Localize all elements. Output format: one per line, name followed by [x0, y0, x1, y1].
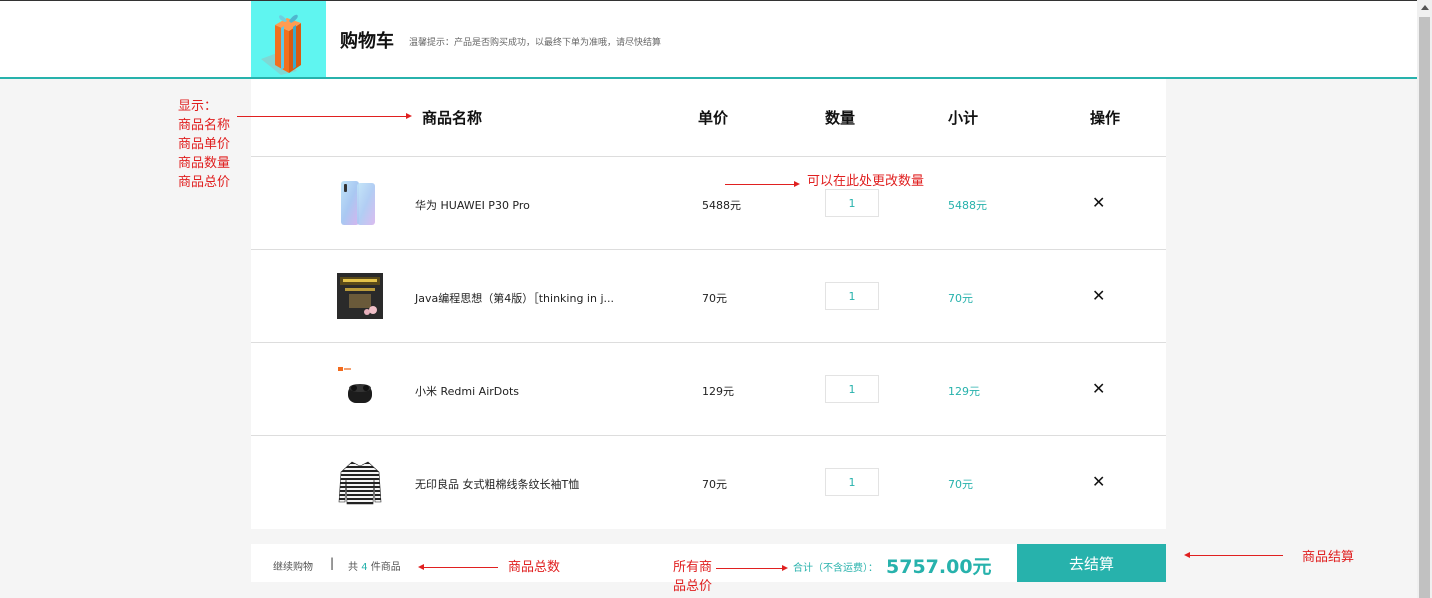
quantity-input[interactable] — [825, 282, 879, 310]
annotation-arrow — [237, 113, 412, 119]
vertical-scrollbar[interactable] — [1417, 0, 1432, 598]
delete-icon[interactable]: ✕ — [1092, 193, 1105, 212]
phone-image — [337, 179, 383, 227]
subtotal: 70元 — [948, 478, 973, 491]
count-suffix: 件商品 — [370, 562, 401, 573]
total-price: 5757.00元 — [886, 556, 992, 578]
table-row: 小米 Redmi AirDots 129元 129元 ✕ — [251, 343, 1166, 436]
annotation-arrow — [716, 565, 788, 571]
annotation-arrow — [725, 181, 800, 187]
subtotal: 70元 — [948, 292, 973, 305]
page-title: 购物车 — [340, 31, 394, 52]
quantity-input[interactable] — [825, 189, 879, 217]
earbuds-image — [337, 365, 383, 413]
item-count: 共 4 件商品 — [348, 558, 401, 573]
unit-price: 70元 — [702, 478, 727, 491]
quantity-input[interactable] — [825, 375, 879, 403]
annotation-display: 显示： 商品名称 商品单价 商品数量 商品总价 — [178, 97, 230, 192]
header-quantity: 数量 — [825, 109, 856, 127]
annotation-change-qty: 可以在此处更改数量 — [807, 174, 925, 189]
annotation-display-line: 商品单价 — [178, 137, 231, 152]
header-tip: 温馨提示：产品是否购买成功，以最终下单为准哦，请尽快结算 — [409, 38, 662, 48]
annotation-checkout: 商品结算 — [1302, 550, 1355, 565]
annotation-total-price-line: 品总价 — [673, 579, 713, 594]
footer-separator: | — [330, 556, 335, 570]
annotation-arrow — [1184, 552, 1283, 558]
delete-icon[interactable]: ✕ — [1092, 286, 1105, 305]
gift-logo-icon — [251, 1, 326, 77]
quantity-input[interactable] — [825, 468, 879, 496]
subtotal: 129元 — [948, 385, 980, 398]
product-name[interactable]: 无印良品 女式粗棉线条纹长袖T恤 — [415, 476, 615, 492]
scroll-thumb[interactable] — [1419, 17, 1430, 598]
subtotal: 5488元 — [948, 199, 987, 212]
annotation-arrow — [418, 564, 498, 570]
annotation-total-count: 商品总数 — [508, 560, 561, 575]
annotation-display-line: 商品数量 — [178, 156, 231, 171]
header-name: 商品名称 — [422, 109, 483, 127]
cart-header-row: 商品名称 单价 数量 小计 操作 — [251, 79, 1166, 157]
annotation-display-line: 商品总价 — [178, 175, 231, 190]
count-number: 4 — [361, 562, 368, 573]
striped-shirt-image — [337, 458, 383, 506]
table-row: 无印良品 女式粗棉线条纹长袖T恤 70元 70元 ✕ — [251, 436, 1166, 528]
annotation-display-line: 商品名称 — [178, 118, 231, 133]
product-name[interactable]: Java编程思想（第4版）［thinking in j... — [415, 290, 615, 306]
annotation-display-line: 显示： — [178, 99, 218, 114]
table-row: 华为 HUAWEI P30 Pro 5488元 5488元 ✕ — [251, 157, 1166, 250]
unit-price: 5488元 — [702, 199, 741, 212]
total-label: 合计（不含运费）： — [793, 563, 878, 574]
count-prefix: 共 — [348, 562, 358, 573]
header-subtotal: 小计 — [948, 109, 979, 127]
product-name[interactable]: 小米 Redmi AirDots — [415, 383, 615, 399]
header: 购物车 温馨提示：产品是否购买成功，以最终下单为准哦，请尽快结算 — [0, 1, 1417, 79]
unit-price: 70元 — [702, 292, 727, 305]
cart-table: 商品名称 单价 数量 小计 操作 华为 HUAWEI P30 Pro 5488元… — [251, 79, 1166, 529]
delete-icon[interactable]: ✕ — [1092, 472, 1105, 491]
product-name[interactable]: 华为 HUAWEI P30 Pro — [415, 197, 615, 213]
header-action: 操作 — [1090, 109, 1121, 127]
delete-icon[interactable]: ✕ — [1092, 379, 1105, 398]
book-image — [337, 272, 383, 320]
annotation-total-price-line: 所有商 — [673, 560, 713, 575]
continue-shopping-link[interactable]: 继续购物 — [273, 558, 313, 573]
unit-price: 129元 — [702, 385, 734, 398]
header-price: 单价 — [698, 109, 729, 127]
scroll-up-icon[interactable] — [1421, 5, 1429, 10]
table-row: Java编程思想（第4版）［thinking in j... 70元 70元 ✕ — [251, 250, 1166, 343]
checkout-button[interactable]: 去结算 — [1017, 544, 1166, 582]
annotation-total-price: 所有商 品总价 — [673, 558, 712, 596]
